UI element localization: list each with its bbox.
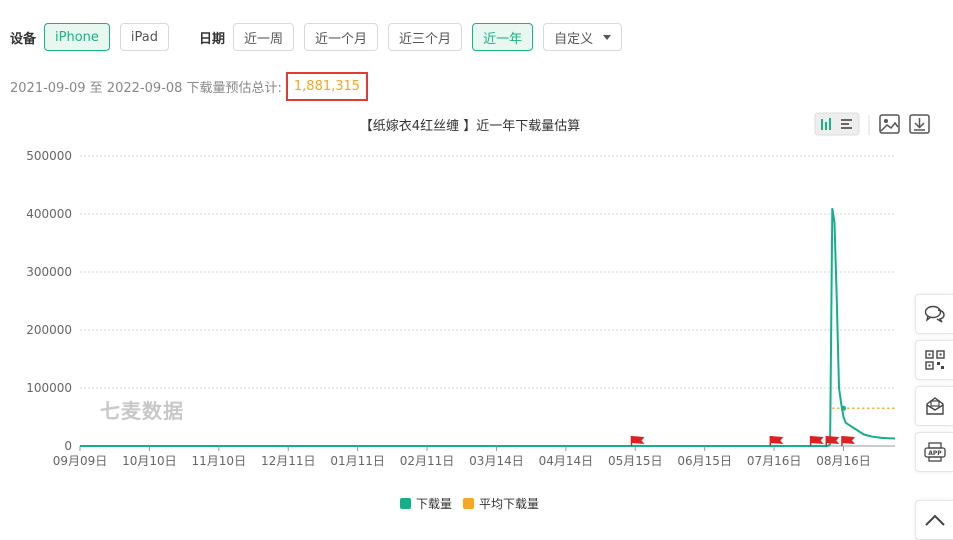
summary-text: 2021-09-09 至 2022-09-08 下载量预估总计: [10,81,282,96]
legend-label-average: 平均下载量 [479,497,539,511]
date-year-button[interactable]: 近一年 [472,23,534,51]
x-tick-label: 09月09日 [53,454,108,468]
chevron-up-icon [924,514,945,526]
flag-cloth [810,436,824,444]
flag-icon [809,436,824,446]
date-custom-label: 自定义 [554,31,594,47]
image-icon[interactable] [879,114,900,134]
flag-icon [630,436,645,446]
total-downloads-value: 1,881,315 [285,72,369,101]
legend-item-downloads[interactable]: 下载量 [400,497,452,511]
date-month-button[interactable]: 近一个月 [304,23,379,51]
watermark-logo: 七麦数据 [100,399,184,423]
date-label: 日期 [199,31,226,47]
flag-cloth [826,436,840,444]
average-point [841,405,847,411]
event-flags [630,436,855,446]
chart-toolbar [814,112,930,136]
legend-item-average[interactable]: 平均下载量 [463,497,539,511]
mail-button[interactable] [915,386,953,426]
x-tick-label: 10月10日 [122,454,177,468]
y-tick-label: 100000 [26,381,72,395]
date-week-button[interactable]: 近一周 [233,23,295,51]
series-layer [80,208,896,447]
y-tick-label: 400000 [26,207,72,221]
x-tick-label: 03月14日 [469,454,524,468]
y-tick-label: 200000 [26,323,72,337]
x-tick-label: 12月11日 [261,454,316,468]
flag-icon [769,436,784,446]
back-to-top-button[interactable] [915,500,953,540]
x-tick-label: 04月14日 [539,454,594,468]
y-tick-label: 300000 [26,265,72,279]
x-tick-label: 02月11日 [400,454,455,468]
download-summary: 2021-09-09 至 2022-09-08 下载量预估总计: 1,881,3… [10,72,369,101]
legend-label-downloads: 下载量 [416,497,452,511]
qrcode-button[interactable] [915,340,953,380]
flag-icon [841,436,855,446]
x-tick-label: 06月15日 [677,454,732,468]
date-3months-button[interactable]: 近三个月 [388,23,463,51]
y-tick-label: 0 [64,439,72,453]
device-ipad-button[interactable]: iPad [119,23,169,51]
caret-down-icon [603,34,612,40]
flag-cloth [770,436,784,444]
grid-lines [80,155,895,389]
x-axis: 09月09日 10月10日 11月10日 12月11日 01月11日 02月11日 03月1… [53,445,895,468]
date-custom-dropdown[interactable]: 自定义 [543,23,623,51]
y-axis: 0 100000 200000 300000 400000 500000 [26,149,72,453]
flag-cloth [631,436,645,444]
chart-legend: 下载量 平均下载量 [400,497,539,511]
x-tick-label: 01月11日 [330,454,385,468]
device-label: 设备 [10,31,37,47]
y-tick-label: 500000 [26,149,72,163]
mail-icon [925,397,944,415]
side-toolbar: APP [915,294,953,478]
svg-text:APP: APP [928,450,942,457]
app-icon: APP [923,442,946,462]
chat-icon [924,305,945,323]
series-line-downloads [80,208,896,447]
app-button[interactable]: APP [915,432,953,472]
device-iphone-button[interactable]: iPhone [44,23,110,51]
download-icon[interactable] [909,114,930,134]
chart-title: 【纸嫁衣4红丝缠 】近一年下载量估算 [360,118,580,134]
flag-cloth [841,436,855,444]
x-tick-label: 05月15日 [608,454,663,468]
qrcode-icon [924,350,945,370]
download-line-chart: 【纸嫁衣4红丝缠 】近一年下载量估算 0 100000 200000 300000 40… [26,112,930,511]
chat-button[interactable] [915,294,953,334]
x-tick-label: 07月16日 [747,454,802,468]
filter-bar: 设备 iPhone iPad 日期 近一周 近一个月 近三个月 近一年 自定义 [0,22,632,52]
x-tick-label: 08月16日 [816,454,871,468]
x-tick-label: 11月10日 [192,454,247,468]
